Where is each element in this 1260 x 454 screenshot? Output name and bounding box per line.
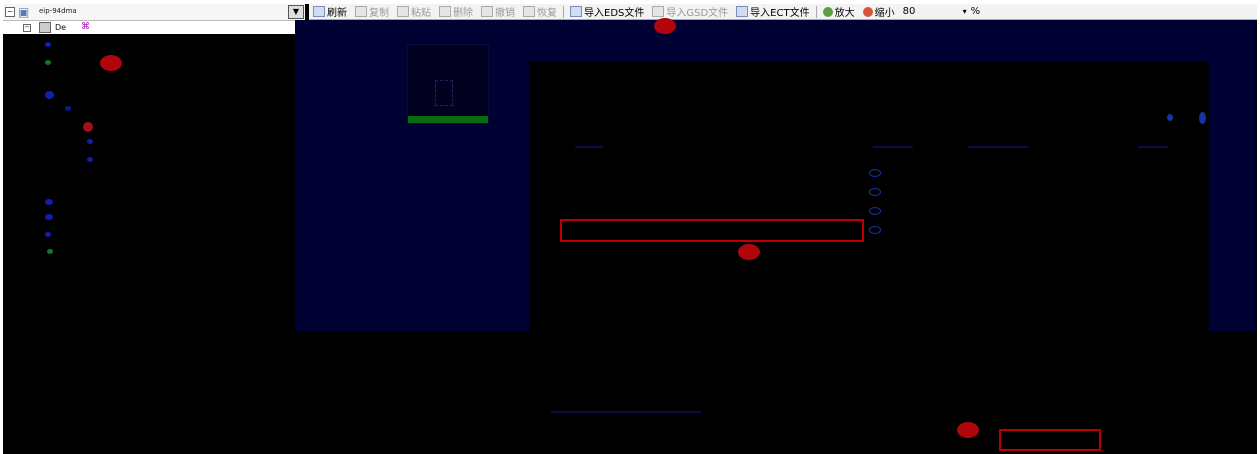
main-toolbar: 刷新 复制 粘贴 删除 撤销 恢复 导入EDS文件 导入GSD文件 导入ECT文… — [309, 4, 1257, 20]
toolbar-separator — [815, 5, 817, 18]
paste-label: 粘贴 — [411, 8, 431, 19]
tree-item-icon[interactable] — [45, 214, 53, 220]
redo-button[interactable]: 恢复 — [519, 5, 561, 19]
import-ect-label: 导入ECT文件 — [750, 8, 810, 19]
tree-dropdown-button[interactable]: ▼ — [288, 5, 304, 19]
scroll-indicator[interactable] — [1199, 112, 1206, 124]
import-gsd-label: 导入GSD文件 — [666, 8, 729, 19]
zoom-in-button[interactable]: 放大 — [819, 5, 859, 19]
status-icon: ⌘ — [81, 22, 90, 32]
configuration-dialog — [529, 61, 1209, 454]
project-icon: ▣ — [18, 5, 30, 19]
option-radio[interactable] — [869, 226, 881, 234]
device-status-bar — [408, 116, 488, 123]
dialog-field-line — [1138, 146, 1168, 148]
tree-item-icon[interactable] — [65, 106, 71, 111]
dialog-field-line — [968, 146, 1028, 148]
highlighted-button-box — [999, 429, 1101, 451]
delete-icon — [439, 6, 451, 17]
option-radio[interactable] — [869, 188, 881, 196]
project-tree-header[interactable]: − ▣ eip-94dma ▼ — [3, 4, 305, 21]
copy-icon — [355, 6, 367, 17]
redo-icon — [523, 6, 535, 17]
import-gsd-button[interactable]: 导入GSD文件 — [648, 5, 732, 19]
copy-label: 复制 — [369, 8, 389, 19]
tree-item-icon[interactable] — [87, 139, 93, 144]
import-gsd-icon — [652, 6, 665, 17]
delete-button[interactable]: 删除 — [435, 5, 477, 19]
tree-item-icon[interactable] — [45, 199, 53, 205]
import-eds-button[interactable]: 导入EDS文件 — [566, 5, 648, 19]
zoom-in-label: 放大 — [834, 8, 855, 19]
undo-icon — [481, 6, 493, 17]
refresh-label: 刷新 — [327, 8, 347, 19]
refresh-icon — [313, 6, 325, 17]
device-node-icon — [39, 22, 51, 33]
tree-item-icon[interactable] — [83, 122, 93, 132]
annotation-marker — [957, 422, 979, 438]
dialog-field-line — [575, 146, 603, 148]
undo-button[interactable]: 撤销 — [477, 5, 519, 19]
tree-item-icon[interactable] — [45, 42, 51, 47]
zoom-out-label: 缩小 — [874, 8, 895, 19]
zoom-dropdown-arrow-icon[interactable]: ▾ — [959, 7, 971, 16]
undo-label: 撤销 — [495, 8, 515, 19]
import-ect-icon — [736, 6, 749, 17]
redo-label: 恢复 — [537, 8, 557, 19]
option-radio[interactable] — [869, 169, 881, 177]
module-slot — [435, 80, 453, 106]
tree-item-icon[interactable] — [45, 60, 51, 65]
zoom-out-button[interactable]: 缩小 — [859, 5, 899, 19]
tree-item-icon[interactable] — [87, 157, 93, 162]
tree-item-icon[interactable] — [45, 232, 51, 237]
paste-icon — [397, 6, 409, 17]
option-radio[interactable] — [869, 207, 881, 215]
refresh-button[interactable]: 刷新 — [309, 5, 351, 19]
delete-label: 删除 — [453, 8, 473, 19]
zoom-level-input[interactable]: 80 — [899, 6, 959, 17]
highlighted-field-box — [560, 219, 864, 242]
toolbar-separator — [563, 5, 564, 18]
tree-child-expand-toggle[interactable]: − — [23, 24, 31, 32]
copy-button[interactable]: 复制 — [351, 5, 393, 19]
zoom-out-icon — [862, 6, 873, 17]
annotation-marker — [100, 55, 122, 71]
import-eds-icon — [570, 6, 582, 17]
tree-item-icon[interactable] — [47, 249, 53, 254]
annotation-marker — [738, 244, 760, 260]
tree-root-label[interactable]: eip-94dma — [39, 7, 77, 15]
tree-expand-toggle[interactable]: − — [5, 7, 15, 17]
app-window: − ▣ eip-94dma ▼ − De ⌘ 刷新 复制 粘贴 删除 撤销 恢复… — [3, 4, 1257, 454]
import-eds-label: 导入EDS文件 — [584, 8, 645, 19]
annotation-marker — [654, 18, 676, 34]
zoom-unit-label: % — [970, 6, 981, 17]
device-module[interactable] — [407, 44, 489, 124]
zoom-in-icon — [822, 6, 833, 17]
tree-child-node[interactable]: − De ⌘ — [3, 21, 305, 34]
tree-child-label: De — [55, 23, 67, 32]
dialog-text-line — [551, 411, 701, 413]
scroll-indicator[interactable] — [1167, 114, 1173, 121]
import-ect-button[interactable]: 导入ECT文件 — [732, 5, 813, 19]
dialog-field-line — [873, 146, 913, 148]
paste-button[interactable]: 粘贴 — [393, 5, 435, 19]
tree-item-icon[interactable] — [45, 91, 54, 99]
